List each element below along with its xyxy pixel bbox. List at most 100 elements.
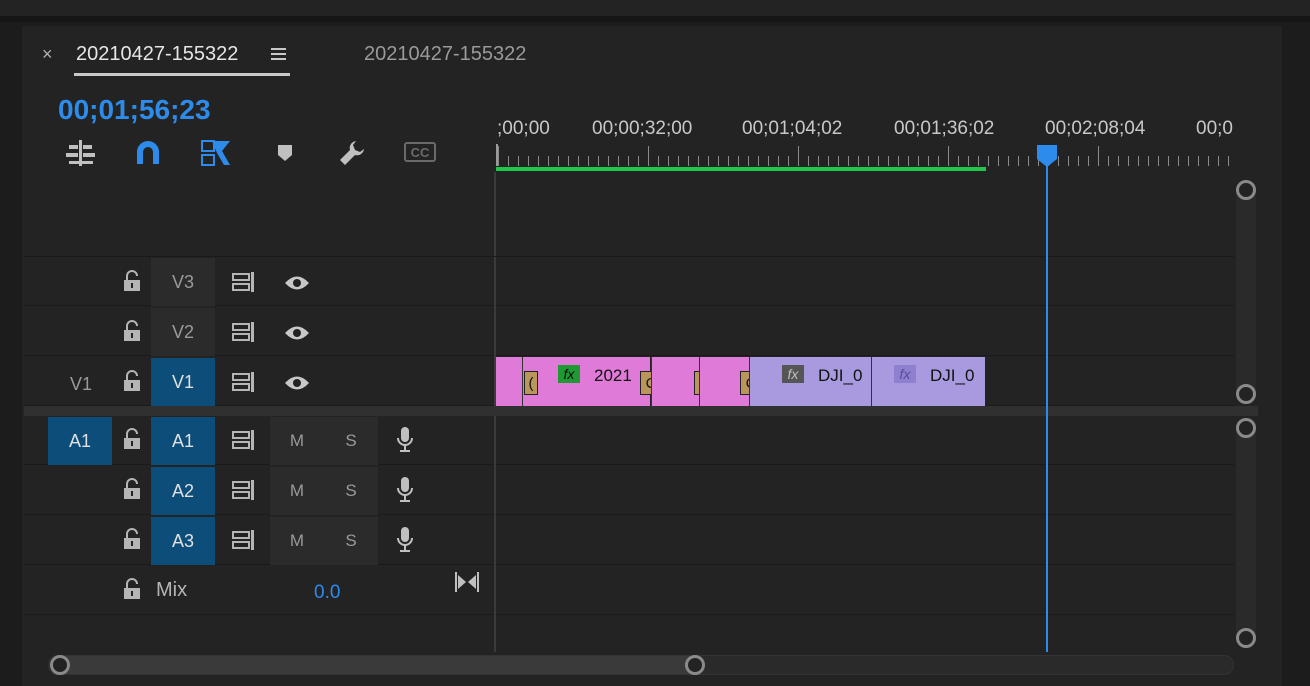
- ruler-minor-tick: [518, 156, 519, 166]
- ruler-minor-tick: [1028, 156, 1029, 166]
- tab-sequence[interactable]: 20210427-155322: [364, 43, 526, 66]
- microphone-icon[interactable]: [396, 526, 414, 559]
- clip-dji-1[interactable]: fx DJI_0: [749, 357, 871, 406]
- track-lane-a1[interactable]: [496, 416, 1234, 465]
- track-lane-v2[interactable]: [496, 307, 1234, 356]
- track-target-a2[interactable]: A2: [151, 467, 215, 515]
- add-marker-icon[interactable]: [276, 144, 294, 167]
- ruler-minor-tick: [938, 156, 939, 166]
- ruler-minor-tick: [1108, 156, 1109, 166]
- linked-selection-icon[interactable]: [200, 139, 232, 172]
- track-target-v2[interactable]: V2: [151, 308, 215, 356]
- playhead-handle-icon[interactable]: [1036, 144, 1058, 173]
- track-target-a1[interactable]: A1: [151, 417, 215, 465]
- scroll-handle-icon[interactable]: [50, 655, 70, 675]
- ruler-major-tick: [1098, 146, 1099, 166]
- track-header-v3: [24, 257, 494, 306]
- clip-2021[interactable]: ( fx 2021 C: [496, 357, 662, 406]
- clip-thumbnail-icon: (: [524, 371, 538, 395]
- track-lane-a3[interactable]: [496, 516, 1234, 565]
- captions-icon[interactable]: CC: [404, 142, 436, 162]
- ruler-minor-tick: [778, 156, 779, 166]
- track-target-v3[interactable]: V3: [151, 258, 215, 306]
- ruler-minor-tick: [1178, 156, 1179, 166]
- close-tab-icon[interactable]: ×: [42, 44, 53, 65]
- fx-badge-icon[interactable]: fx: [558, 365, 580, 383]
- playhead-timecode[interactable]: 00;01;56;23: [58, 94, 211, 126]
- solo-button-a2[interactable]: S: [324, 467, 378, 515]
- ruler-minor-tick: [1208, 156, 1209, 166]
- lock-icon[interactable]: [122, 428, 142, 455]
- ruler-minor-tick: [1188, 156, 1189, 166]
- sync-lock-icon[interactable]: [232, 480, 258, 505]
- ruler-minor-tick: [668, 156, 669, 166]
- sync-lock-icon[interactable]: [232, 272, 258, 297]
- clip-segment[interactable]: C: [699, 357, 762, 406]
- ruler-minor-tick: [988, 156, 989, 166]
- zoom-scroll-thumb[interactable]: [50, 656, 704, 674]
- sync-lock-icon[interactable]: [232, 530, 258, 555]
- track-lane-v3[interactable]: [496, 257, 1234, 306]
- fx-badge-icon[interactable]: fx: [894, 365, 916, 383]
- top-bar: [0, 0, 1310, 16]
- scroll-handle-icon[interactable]: [685, 655, 705, 675]
- audio-scrollbar[interactable]: [1236, 418, 1256, 646]
- ruler-major-tick: [798, 146, 799, 166]
- eye-icon[interactable]: [284, 374, 310, 397]
- sync-lock-icon[interactable]: [232, 372, 258, 397]
- mute-button-a2[interactable]: M: [270, 467, 324, 515]
- microphone-icon[interactable]: [396, 476, 414, 509]
- lock-icon[interactable]: [122, 578, 142, 605]
- ruler-minor-tick: [708, 156, 709, 166]
- track-header-a2: [24, 466, 494, 515]
- microphone-icon[interactable]: [396, 426, 414, 459]
- source-patch-v1[interactable]: V1: [70, 374, 92, 395]
- time-ruler[interactable]: [496, 144, 1236, 168]
- lock-icon[interactable]: [122, 320, 142, 347]
- ruler-minor-tick: [508, 156, 509, 166]
- eye-icon[interactable]: [284, 324, 310, 347]
- eye-icon[interactable]: [284, 274, 310, 297]
- track-target-v1[interactable]: V1: [151, 358, 215, 406]
- snap-magnet-icon[interactable]: [134, 140, 162, 171]
- wrench-icon[interactable]: [338, 139, 366, 172]
- solo-button-a1[interactable]: S: [324, 417, 378, 465]
- lock-icon[interactable]: [122, 370, 142, 397]
- clip-dji-2[interactable]: fx DJI_0: [871, 357, 985, 406]
- scroll-handle-icon[interactable]: [1236, 180, 1256, 200]
- tab-sequence-active[interactable]: 20210427-155322: [76, 43, 238, 66]
- source-patch-a1[interactable]: A1: [48, 417, 112, 465]
- ruler-major-tick: [498, 146, 499, 166]
- lock-icon[interactable]: [122, 478, 142, 505]
- track-lane-mix[interactable]: [496, 566, 1234, 615]
- ruler-major-tick: [948, 146, 949, 166]
- scroll-handle-icon[interactable]: [1236, 384, 1256, 404]
- fx-badge-icon[interactable]: fx: [782, 365, 804, 383]
- scroll-handle-icon[interactable]: [1236, 418, 1256, 438]
- ruler-minor-tick: [1228, 156, 1229, 166]
- insert-edit-icon[interactable]: [66, 140, 96, 171]
- ruler-minor-tick: [808, 156, 809, 166]
- solo-button-a3[interactable]: S: [324, 517, 378, 565]
- clip-segment[interactable]: C: [651, 357, 716, 406]
- track-target-a3[interactable]: A3: [151, 517, 215, 565]
- mix-volume-value[interactable]: 0.0: [314, 582, 340, 604]
- mix-expand-icon[interactable]: [455, 572, 479, 597]
- sync-lock-icon[interactable]: [232, 430, 258, 455]
- track-lane-a2[interactable]: [496, 466, 1234, 515]
- lock-icon[interactable]: [122, 528, 142, 555]
- ruler-minor-tick: [998, 156, 999, 166]
- video-scrollbar[interactable]: [1236, 180, 1256, 402]
- ruler-major-tick: [648, 146, 649, 166]
- video-audio-divider[interactable]: [24, 406, 1258, 416]
- playhead-line[interactable]: [1046, 160, 1048, 652]
- mute-button-a1[interactable]: M: [270, 417, 324, 465]
- mute-button-a3[interactable]: M: [270, 517, 324, 565]
- ruler-minor-tick: [1148, 156, 1149, 166]
- ruler-minor-tick: [868, 156, 869, 166]
- sync-lock-icon[interactable]: [232, 322, 258, 347]
- scroll-handle-icon[interactable]: [1236, 628, 1256, 648]
- lock-icon[interactable]: [122, 270, 142, 297]
- ruler-minor-tick: [1068, 156, 1069, 166]
- panel-menu-icon[interactable]: [270, 45, 288, 68]
